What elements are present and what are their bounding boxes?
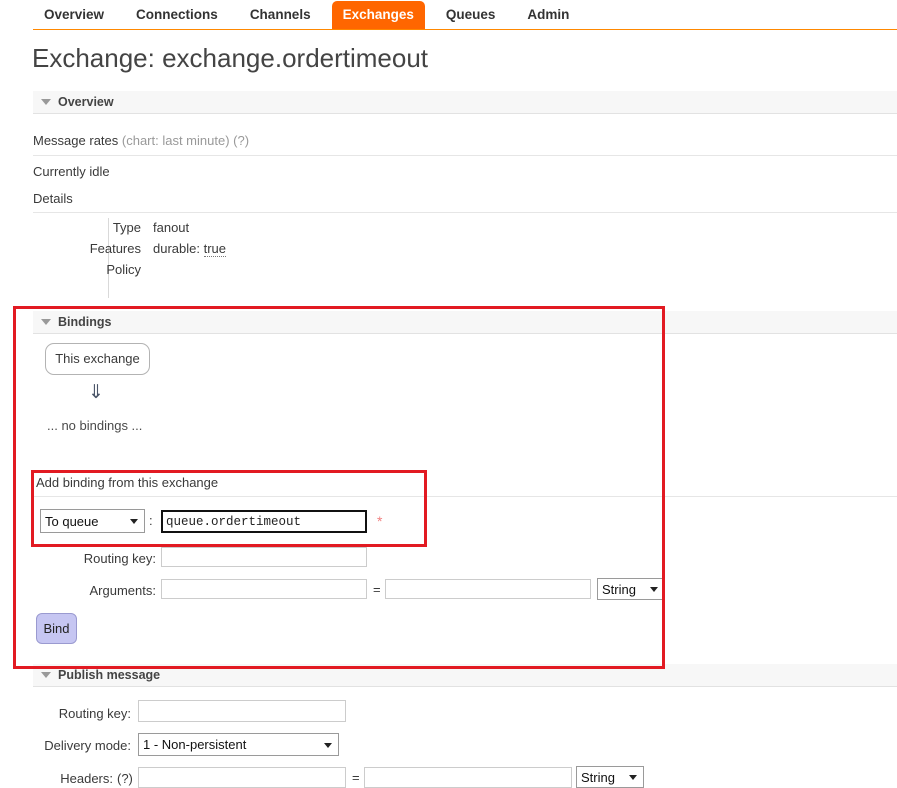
delivery-mode-select[interactable]: 1 - Non-persistent	[138, 733, 339, 756]
destination-input[interactable]	[161, 510, 367, 533]
divider-under-details	[33, 212, 897, 213]
destination-colon: :	[149, 513, 153, 528]
message-rates-label: Message rates	[33, 133, 118, 148]
details-value-type: fanout	[153, 220, 189, 235]
binding-argument-value-input[interactable]	[385, 579, 591, 599]
nav-tab-overview[interactable]: Overview	[33, 1, 115, 29]
publish-header-type-wrap: String	[576, 766, 644, 788]
this-exchange-node[interactable]: This exchange	[45, 343, 150, 375]
publish-header-value-input[interactable]	[364, 767, 572, 788]
section-header-publish-message-label: Publish message	[58, 668, 160, 682]
top-navigation: Overview Connections Channels Exchanges …	[0, 0, 897, 30]
section-header-bindings[interactable]: Bindings	[33, 311, 897, 334]
publish-routing-key-label: Routing key:	[0, 706, 131, 721]
bind-button[interactable]: Bind	[36, 613, 77, 644]
nav-tab-admin[interactable]: Admin	[516, 1, 580, 29]
page-title: Exchange: exchange.ordertimeout	[32, 43, 428, 74]
divider-under-add-binding-caption	[33, 496, 897, 497]
binding-argument-type-select[interactable]: String	[597, 578, 665, 600]
nav-tab-exchanges[interactable]: Exchanges	[332, 1, 425, 29]
publish-routing-key-input[interactable]	[138, 700, 346, 722]
publish-header-equals: =	[352, 770, 360, 785]
binding-argument-name-input[interactable]	[161, 579, 367, 599]
table-row: Features durable: true	[33, 239, 433, 260]
delivery-mode-label: Delivery mode:	[0, 738, 131, 753]
no-bindings-text: ... no bindings ...	[47, 418, 142, 433]
section-header-overview-label: Overview	[58, 95, 114, 109]
nav-tab-list: Overview Connections Channels Exchanges …	[33, 0, 590, 29]
details-value-features: durable: true	[153, 241, 226, 256]
section-header-publish-message[interactable]: Publish message	[33, 664, 897, 687]
nav-tab-connections[interactable]: Connections	[125, 1, 229, 29]
details-features-flag: true	[204, 241, 226, 257]
table-row: Type fanout	[33, 218, 433, 239]
chevron-down-icon	[41, 319, 51, 325]
nav-tab-channels[interactable]: Channels	[239, 1, 322, 29]
binding-argument-equals: =	[373, 582, 381, 597]
binding-argument-type-wrap: String	[597, 578, 665, 600]
message-rates-row: Message rates (chart: last minute) (?)	[33, 133, 249, 148]
publish-header-name-input[interactable]	[138, 767, 346, 788]
section-header-overview[interactable]: Overview	[33, 91, 897, 114]
divider-under-message-rates	[33, 155, 897, 156]
details-label: Details	[33, 191, 73, 206]
section-header-bindings-label: Bindings	[58, 315, 111, 329]
currently-idle-text: Currently idle	[33, 164, 110, 179]
nav-underline	[33, 29, 897, 30]
binding-arguments-label: Arguments:	[0, 583, 156, 598]
details-key-features: Features	[90, 241, 141, 256]
required-marker: *	[377, 513, 382, 529]
details-table: Type fanout Features durable: true Polic…	[33, 218, 433, 281]
table-row: Policy	[33, 260, 433, 281]
binding-routing-key-label: Routing key:	[0, 551, 156, 566]
details-key-type: Type	[113, 220, 141, 235]
nav-tab-queues[interactable]: Queues	[435, 1, 507, 29]
details-features-text: durable:	[153, 241, 200, 256]
add-binding-caption: Add binding from this exchange	[36, 475, 218, 490]
binding-routing-key-input[interactable]	[161, 547, 367, 567]
destination-type-wrap: To queue	[40, 509, 145, 533]
double-down-arrow-icon: ⇓	[88, 383, 104, 402]
chevron-down-icon	[41, 99, 51, 105]
message-rates-note[interactable]: (chart: last minute) (?)	[122, 133, 249, 148]
delivery-mode-wrap: 1 - Non-persistent	[138, 733, 339, 756]
publish-header-type-select[interactable]: String	[576, 766, 644, 788]
details-key-policy: Policy	[106, 262, 141, 277]
chevron-down-icon	[41, 672, 51, 678]
destination-type-select[interactable]: To queue	[40, 509, 145, 533]
